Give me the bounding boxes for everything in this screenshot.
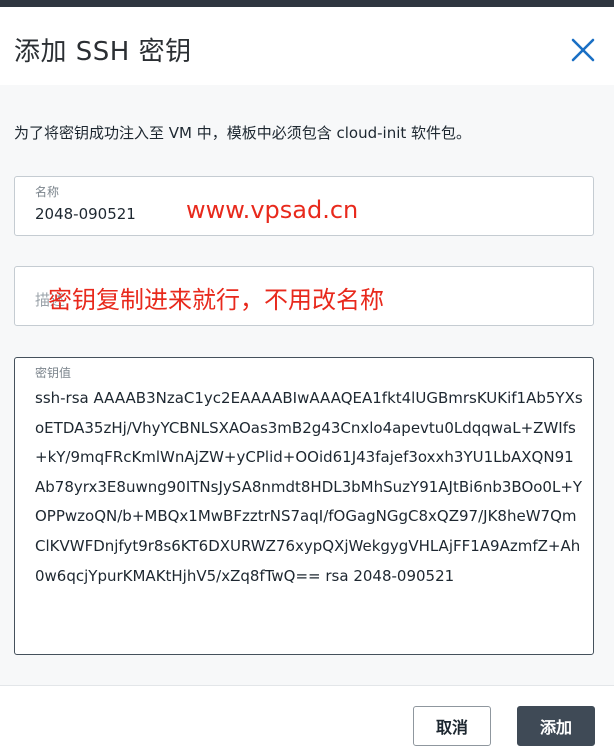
add-button[interactable]: 添加 [517, 706, 595, 746]
intro-text: 为了将密钥成功注入至 VM 中，模板中必须包含 cloud-init 软件包。 [14, 124, 472, 142]
close-icon[interactable] [566, 33, 600, 67]
dialog-header: 添加 SSH 密钥 [0, 7, 614, 85]
name-field-value[interactable]: 2048-090521 [35, 205, 136, 223]
key-value-text[interactable]: ssh-rsa AAAAB3NzaC1yc2EAAAABIwAAAQEA1fkt… [35, 384, 583, 591]
cancel-button[interactable]: 取消 [413, 706, 491, 746]
dialog-title: 添加 SSH 密钥 [14, 37, 192, 67]
dialog-footer: 取消 添加 [0, 685, 614, 751]
watermark-site: www.vpsad.cn [186, 196, 359, 224]
dialog-body: 为了将密钥成功注入至 VM 中，模板中必须包含 cloud-init 软件包。 … [0, 85, 614, 685]
name-field-label: 名称 [35, 185, 60, 199]
window-top-bar [0, 0, 614, 7]
key-value-field[interactable]: 密钥值 ssh-rsa AAAAB3NzaC1yc2EAAAABIwAAAQEA… [14, 357, 594, 655]
key-value-label: 密钥值 [35, 366, 72, 380]
watermark-note: 密钥复制进来就行，不用改名称 [48, 286, 384, 314]
